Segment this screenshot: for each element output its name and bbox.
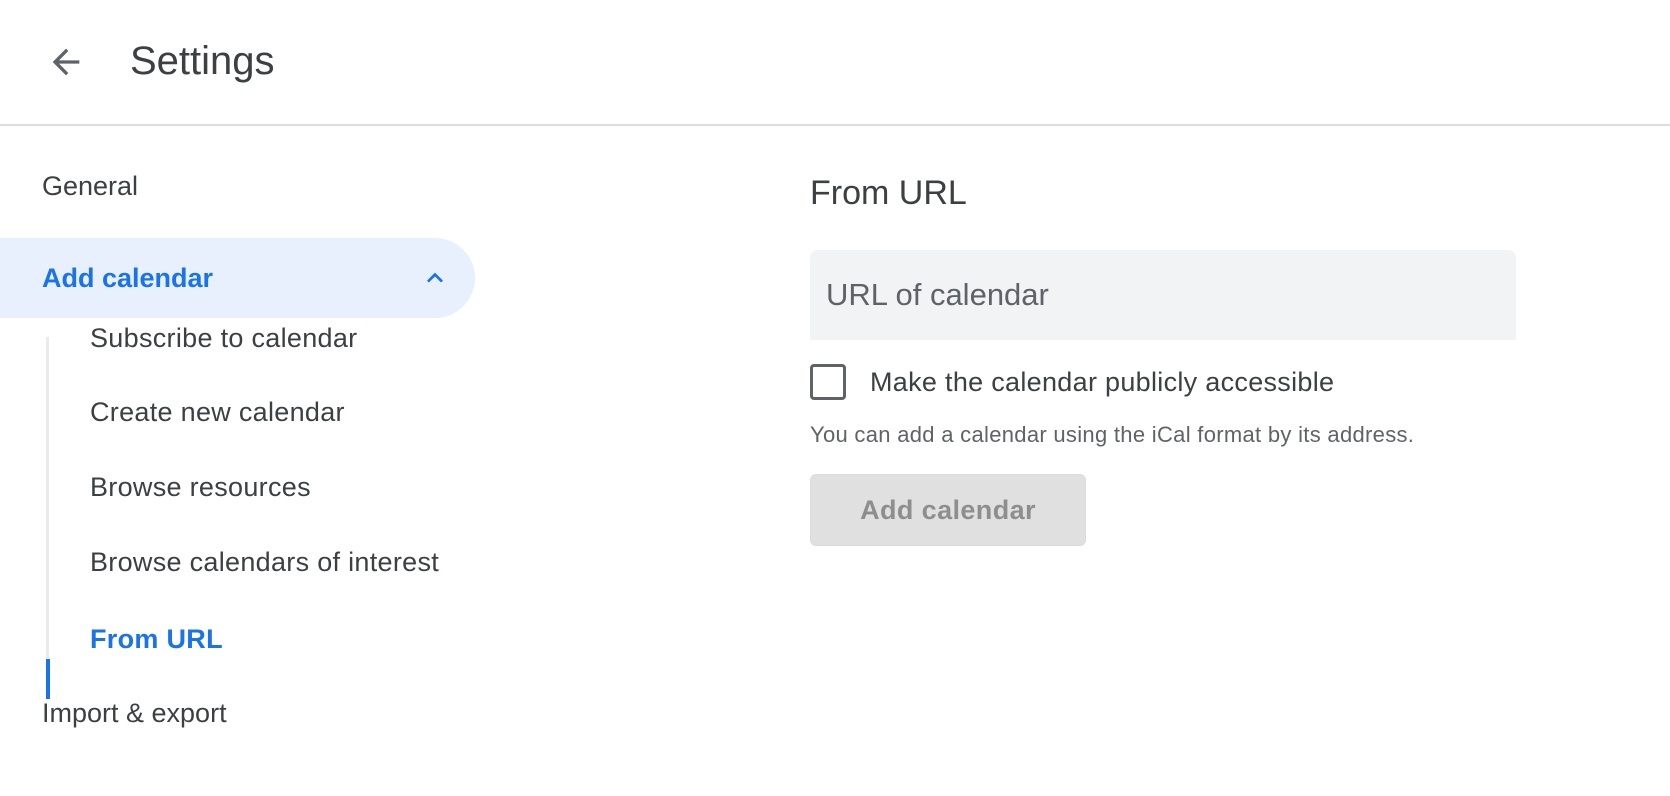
sidebar-subitem-browse-interest[interactable]: Browse calendars of interest [50, 522, 470, 602]
sidebar-subitem-create-new[interactable]: Create new calendar [50, 372, 470, 452]
sidebar-subitem-label: Browse resources [90, 471, 311, 502]
settings-sidebar: General Add calendar Subscribe to calend… [0, 126, 480, 796]
sidebar-item-label: Import & export [42, 697, 227, 728]
sidebar-subitem-label: Create new calendar [90, 396, 345, 427]
sidebar-item-label: Add calendar [42, 262, 214, 293]
public-checkbox-label: Make the calendar publicly accessible [870, 366, 1335, 397]
sidebar-item-import-export[interactable]: Import & export [0, 673, 475, 753]
sidebar-item-label: General [42, 170, 139, 201]
helper-text: You can add a calendar using the iCal fo… [810, 422, 1415, 447]
section-title: From URL [810, 174, 967, 212]
arrow-back-icon [46, 42, 86, 87]
sidebar-subitem-label: Browse calendars of interest [90, 546, 440, 577]
sidebar-subitem-browse-resources[interactable]: Browse resources [50, 447, 470, 527]
submenu-rail [46, 337, 49, 699]
sidebar-subitem-subscribe[interactable]: Subscribe to calendar [50, 298, 470, 378]
page-title: Settings [130, 39, 275, 83]
sidebar-subitem-label: From URL [90, 623, 223, 654]
public-checkbox[interactable] [810, 364, 846, 400]
back-button[interactable] [36, 34, 96, 94]
url-input[interactable] [810, 250, 1516, 340]
sidebar-subitem-label: Subscribe to calendar [90, 322, 358, 353]
settings-header: Settings [0, 0, 1670, 126]
add-calendar-button[interactable]: Add calendar [810, 474, 1086, 546]
from-url-panel: From URL Make the calendar publicly acce… [810, 126, 1670, 796]
chevron-up-icon[interactable] [419, 262, 451, 294]
public-checkbox-row[interactable]: Make the calendar publicly accessible [810, 362, 1334, 402]
sidebar-subitem-from-url[interactable]: From URL [50, 599, 470, 679]
sidebar-item-general[interactable]: General [0, 146, 475, 226]
